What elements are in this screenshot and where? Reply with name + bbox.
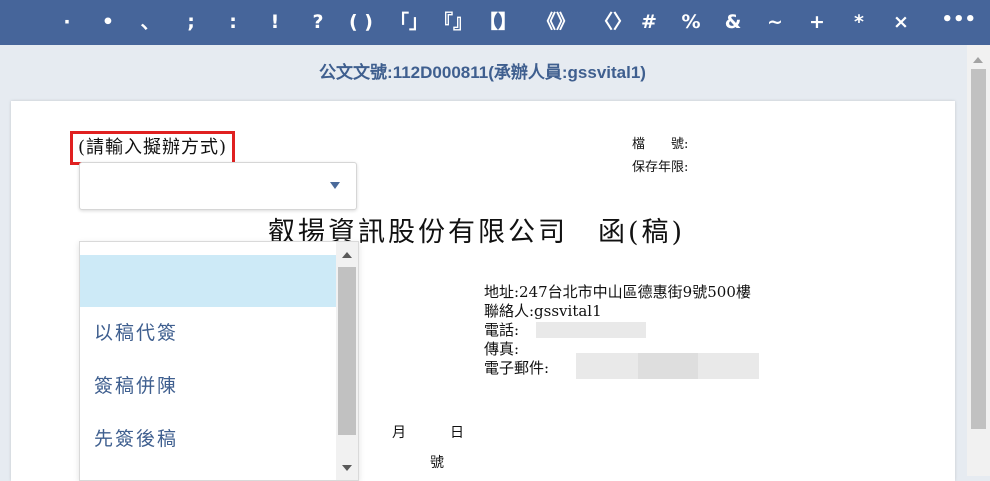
retention-period-label: 保存年限: [632,160,689,175]
scroll-down-arrow-icon[interactable] [342,465,352,471]
symbol-button-asterisk[interactable]: * [844,0,874,45]
handling-method-select[interactable] [79,162,357,210]
redacted-email-part1 [576,353,638,379]
document-number-label: 號 [430,455,444,471]
redacted-phone [536,322,646,338]
fax-label: 傳真: [484,340,520,358]
more-options-icon[interactable]: ••• [941,0,976,45]
symbol-button-hash[interactable]: # [634,0,664,45]
symbol-button-bullet[interactable]: • [93,0,123,45]
symbol-button-exclamation[interactable]: ! [260,0,290,45]
chevron-down-icon [330,182,340,189]
scroll-up-arrow-icon[interactable] [342,252,352,258]
email-label: 電子郵件: [484,359,550,377]
document-number-header: 公文文號:112D000811(承辦人員:gssvital1) [319,63,646,82]
symbol-button-ampersand[interactable]: & [718,0,748,45]
symbol-button-corner-brackets[interactable]: 「」 [390,0,428,45]
symbol-button-middle-dot[interactable]: · [52,0,82,45]
symbol-button-colon[interactable]: : [218,0,248,45]
symbol-button-lenticular-brackets[interactable]: 【】 [479,0,517,45]
dropdown-option-empty[interactable] [80,255,336,307]
file-number-label: 檔 號: [632,137,689,152]
dropdown-scrollbar[interactable] [336,242,358,480]
contact-person-line: 聯絡人:gssvital1 [484,302,602,320]
handling-method-label: (請輸入擬辦方式) [70,131,236,165]
redacted-email-part2 [638,353,698,379]
date-day-label: 日 [450,425,464,441]
page-scrollbar-thumb[interactable] [971,69,986,429]
symbol-button-multiply[interactable]: × [886,0,916,45]
symbol-button-plus[interactable]: + [802,0,832,45]
phone-label: 電話: [484,321,520,339]
dropdown-option-sign-and-draft[interactable]: 簽稿併陳 [80,360,336,412]
symbol-button-percent[interactable]: % [676,0,706,45]
date-month-label: 月 [392,425,406,441]
dropdown-option-sign-by-draft[interactable]: 以稿代簽 [80,307,336,359]
dropdown-scrollbar-thumb[interactable] [338,267,356,435]
symbol-toolbar: · • 、 ; : ! ? ( ) 「」 『』 【】 《》 〈〉 # % & ~… [0,0,990,45]
symbol-button-white-corner-brackets[interactable]: 『』 [434,0,472,45]
symbol-button-parentheses[interactable]: ( ) [346,0,376,45]
symbol-button-question[interactable]: ? [303,0,333,45]
symbol-button-semicolon[interactable]: ; [176,0,206,45]
symbol-button-single-angle[interactable]: 〈〉 [594,0,632,45]
scroll-up-arrow-icon[interactable] [973,57,983,63]
redacted-email-part3 [698,353,759,379]
symbol-button-tilde[interactable]: ~ [760,0,790,45]
symbol-button-double-angle[interactable]: 《》 [537,0,575,45]
handling-method-dropdown: 以稿代簽 簽稿併陳 先簽後稿 [79,241,359,481]
address-line: 地址:247台北市中山區德惠街9號500樓 [484,283,751,301]
dropdown-option-sign-first[interactable]: 先簽後稿 [80,413,336,465]
symbol-button-enum-comma[interactable]: 、 [135,0,165,45]
page-scrollbar[interactable] [967,45,990,476]
